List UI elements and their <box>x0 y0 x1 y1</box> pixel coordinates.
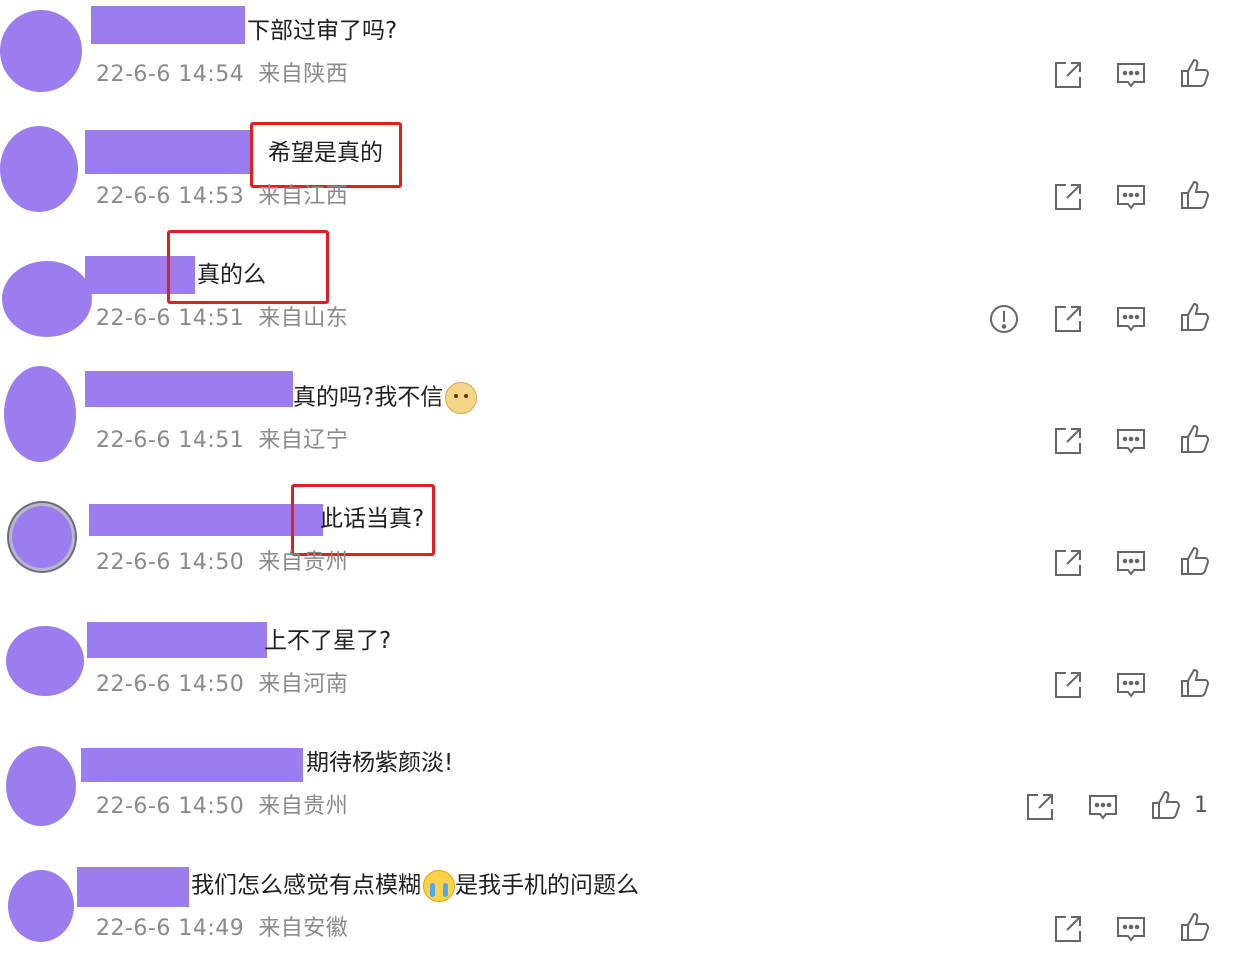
thumbs-up-icon[interactable] <box>1179 545 1211 577</box>
share-icon[interactable] <box>1024 791 1056 823</box>
timestamp: 22-6-6 14:50 <box>96 672 245 697</box>
location: 来自贵州 <box>258 550 349 575</box>
location: 来自安徽 <box>258 916 349 941</box>
avatar[interactable] <box>6 746 76 826</box>
avatar[interactable] <box>6 626 84 696</box>
comment-meta: 22-6-6 14:50 来自贵州 <box>96 793 348 821</box>
report-icon[interactable] <box>988 303 1020 335</box>
avatar[interactable] <box>2 261 92 337</box>
like-count: 1 <box>1194 793 1208 818</box>
avatar[interactable] <box>4 366 76 462</box>
comment-meta: 22-6-6 14:50 来自河南 <box>96 671 348 699</box>
comment-icon[interactable] <box>1115 425 1147 457</box>
highlight-box <box>250 122 402 188</box>
username-redacted[interactable] <box>85 371 293 407</box>
comment-meta: 22-6-6 14:54 来自陕西 <box>96 61 348 89</box>
location: 来自山东 <box>258 306 349 331</box>
comment-icon[interactable] <box>1115 547 1147 579</box>
highlight-box <box>167 230 329 304</box>
share-icon[interactable] <box>1052 425 1084 457</box>
comment-icon[interactable] <box>1115 181 1147 213</box>
avatar[interactable] <box>0 126 78 212</box>
share-icon[interactable] <box>1052 303 1084 335</box>
username-redacted[interactable] <box>89 504 323 536</box>
avatar[interactable] <box>8 870 74 942</box>
location: 来自江西 <box>258 184 349 209</box>
username-redacted[interactable] <box>85 130 253 174</box>
comment-row: 期待杨紫颜淡! 22-6-6 14:50 来自贵州 1 <box>0 732 1234 854</box>
location: 来自陕西 <box>258 62 349 87</box>
timestamp: 22-6-6 14:50 <box>96 550 245 575</box>
avatar[interactable] <box>12 506 72 568</box>
comment-meta: 22-6-6 14:53 来自江西 <box>96 183 348 211</box>
timestamp: 22-6-6 14:53 <box>96 184 245 209</box>
comment-meta: 22-6-6 14:51 来自山东 <box>96 305 348 333</box>
comment-row: 希望是真的 22-6-6 14:53 来自江西 <box>0 122 1234 244</box>
username-redacted[interactable] <box>77 867 189 907</box>
share-icon[interactable] <box>1052 913 1084 945</box>
comment-icon[interactable] <box>1115 913 1147 945</box>
comment-meta: 22-6-6 14:51 来自辽宁 <box>96 427 348 455</box>
thumbs-up-icon[interactable] <box>1179 179 1211 211</box>
thumbs-up-icon[interactable] <box>1179 57 1211 89</box>
share-icon[interactable] <box>1052 669 1084 701</box>
thumbs-up-icon[interactable] <box>1179 667 1211 699</box>
timestamp: 22-6-6 14:50 <box>96 794 245 819</box>
comment-meta: 22-6-6 14:49 来自安徽 <box>96 915 348 943</box>
timestamp: 22-6-6 14:54 <box>96 62 245 87</box>
timestamp: 22-6-6 14:51 <box>96 428 245 453</box>
thumbs-up-icon[interactable] <box>1179 423 1211 455</box>
share-icon[interactable] <box>1052 547 1084 579</box>
comment-row: 我们怎么感觉有点模糊 是我手机的问题么 22-6-6 14:49 来自安徽 <box>0 854 1234 976</box>
username-redacted[interactable] <box>87 622 267 658</box>
location: 来自辽宁 <box>258 428 349 453</box>
comment-icon[interactable] <box>1115 59 1147 91</box>
share-icon[interactable] <box>1052 59 1084 91</box>
thumbs-up-icon[interactable] <box>1150 789 1182 821</box>
avatar[interactable] <box>0 10 82 92</box>
comment-text-part: 我们怎么感觉有点模糊 <box>191 872 421 899</box>
highlight-box <box>291 484 435 556</box>
location: 来自河南 <box>258 672 349 697</box>
comment-text: 下部过审了吗? <box>247 18 398 44</box>
comment-icon[interactable] <box>1087 791 1119 823</box>
comment-icon[interactable] <box>1115 669 1147 701</box>
location: 来自贵州 <box>258 794 349 819</box>
username-redacted[interactable] <box>81 748 303 782</box>
username-redacted[interactable] <box>91 6 245 44</box>
thumbs-up-icon[interactable] <box>1179 301 1211 333</box>
doge-emoji-icon <box>445 382 478 414</box>
comment-text: 上不了星了? <box>264 628 392 654</box>
comment-row: 下部过审了吗? 22-6-6 14:54 来自陕西 <box>0 0 1234 122</box>
comment-text: 我们怎么感觉有点模糊 是我手机的问题么 <box>191 870 639 902</box>
share-icon[interactable] <box>1052 181 1084 213</box>
comment-row: 真的吗?我不信 22-6-6 14:51 来自辽宁 <box>0 366 1234 488</box>
thumbs-up-icon[interactable] <box>1179 911 1211 943</box>
comment-icon[interactable] <box>1115 303 1147 335</box>
comment-text: 真的吗?我不信 <box>293 382 478 414</box>
timestamp: 22-6-6 14:49 <box>96 916 245 941</box>
timestamp: 22-6-6 14:51 <box>96 306 245 331</box>
crying-emoji-icon <box>423 870 455 902</box>
comment-text-part: 真的吗?我不信 <box>293 384 444 411</box>
comment-meta: 22-6-6 14:50 来自贵州 <box>96 549 348 577</box>
comment-row: 真的么 22-6-6 14:51 来自山东 <box>0 230 1234 366</box>
comment-text-part: 是我手机的问题么 <box>455 872 639 899</box>
comment-row: 此话当真? 22-6-6 14:50 来自贵州 <box>0 484 1234 610</box>
comment-text: 期待杨紫颜淡! <box>306 750 454 776</box>
comment-row: 上不了星了? 22-6-6 14:50 来自河南 <box>0 610 1234 732</box>
